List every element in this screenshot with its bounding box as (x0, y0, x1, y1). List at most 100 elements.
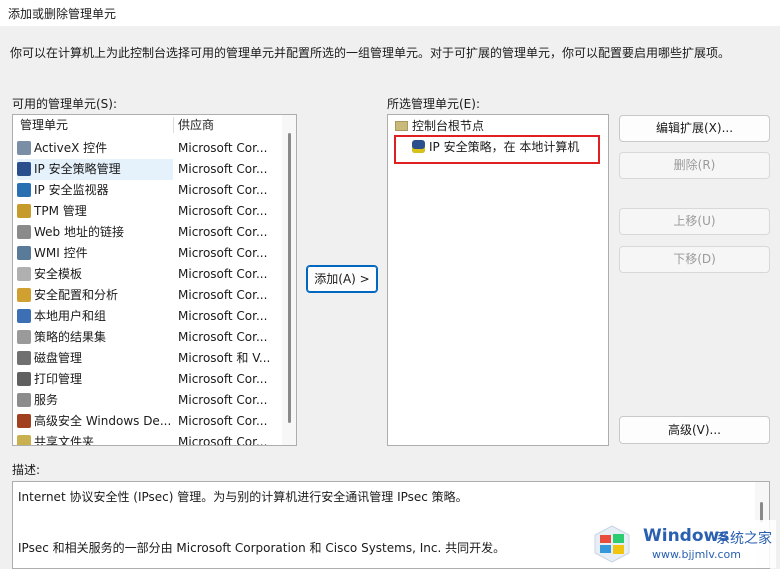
snapin-name-cell: 安全模板 (17, 264, 173, 285)
snapin-name: 本地用户和组 (34, 309, 107, 323)
firewall-icon (17, 414, 31, 428)
snapin-vendor: Microsoft Cor... (178, 183, 268, 197)
snapin-name-cell: 服务 (17, 390, 173, 411)
folder-icon (395, 121, 408, 131)
snapin-vendor: Microsoft Cor... (178, 225, 268, 239)
snapin-vendor: Microsoft Cor... (178, 372, 268, 386)
list-item[interactable]: IP 安全监视器 Microsoft Cor... (13, 180, 281, 201)
snapin-vendor: Microsoft Cor... (178, 309, 268, 323)
snapin-name: IP 安全监视器 (34, 183, 109, 197)
snapin-name-cell: ActiveX 控件 (17, 138, 173, 159)
console-root-label: 控制台根节点 (412, 119, 485, 133)
snapin-name: Web 地址的链接 (34, 225, 124, 239)
title-bar: 添加或删除管理单元 (0, 0, 780, 26)
description-line-2: IPsec 和相关服务的一部分由 Microsoft Corporation 和… (18, 541, 506, 555)
description-scrollbar-thumb[interactable] (760, 502, 763, 522)
move-down-button[interactable]: 下移(D) (619, 246, 770, 273)
snapin-vendor: Microsoft Cor... (178, 393, 268, 407)
snapin-name-cell: 高级安全 Windows De... (17, 411, 173, 432)
edit-extensions-button[interactable]: 编辑扩展(X)... (619, 115, 770, 142)
snapin-name-cell: 打印管理 (17, 369, 173, 390)
list-item[interactable]: ActiveX 控件 Microsoft Cor... (13, 138, 281, 159)
snapin-name-cell: WMI 控件 (17, 243, 173, 264)
snapin-name: 磁盘管理 (34, 351, 83, 365)
snapin-name: 安全模板 (34, 267, 83, 281)
snapin-name-cell: IP 安全策略管理 (17, 159, 173, 180)
column-header-vendor[interactable]: 供应商 (178, 115, 214, 135)
description-line-1: Internet 协议安全性 (IPsec) 管理。为与别的计算机进行安全通讯管… (18, 490, 468, 504)
snapin-name: WMI 控件 (34, 246, 88, 260)
red-highlight-box (394, 135, 600, 164)
list-item[interactable]: IP 安全策略管理 Microsoft Cor... (13, 159, 281, 180)
advanced-button[interactable]: 高级(V)... (619, 416, 770, 444)
snapin-vendor: Microsoft Cor... (178, 162, 268, 176)
snapin-name: 服务 (34, 393, 59, 407)
shared-folder-icon (17, 435, 31, 445)
watermark: Windows 系统之家 www.bjjmlv.com (588, 520, 776, 568)
snapin-name-cell: 策略的结果集 (17, 327, 173, 348)
policy-result-icon (17, 330, 31, 344)
snapin-vendor: Microsoft Cor... (178, 435, 268, 446)
list-item[interactable]: 安全模板 Microsoft Cor... (13, 264, 281, 285)
security-template-icon (17, 267, 31, 281)
available-snapins-list[interactable]: 管理单元 供应商 ActiveX 控件 Microsoft Cor... IP 安全… (12, 114, 297, 446)
snapin-name: ActiveX 控件 (34, 141, 108, 155)
printer-icon (17, 372, 31, 386)
snapin-name: 共享文件夹 (34, 435, 95, 446)
list-item[interactable]: 打印管理 Microsoft Cor... (13, 369, 281, 390)
tree-item-console-root[interactable]: 控制台根节点 (395, 117, 484, 135)
scrollbar[interactable] (282, 115, 296, 445)
add-button[interactable]: 添加(A) > (306, 265, 378, 293)
snapin-name: 策略的结果集 (34, 330, 107, 344)
snapin-name-cell: 磁盘管理 (17, 348, 173, 369)
snapin-name: 安全配置和分析 (34, 288, 119, 302)
disk-icon (17, 351, 31, 365)
list-item[interactable]: WMI 控件 Microsoft Cor... (13, 243, 281, 264)
snapin-name-cell: 共享文件夹 (17, 432, 173, 446)
snapin-name-cell: 安全配置和分析 (17, 285, 173, 306)
scrollbar-thumb[interactable] (288, 133, 291, 423)
snapin-name: TPM 管理 (34, 204, 87, 218)
wmi-icon (17, 246, 31, 260)
security-analysis-icon (17, 288, 31, 302)
list-item[interactable]: 磁盘管理 Microsoft 和 V... (13, 348, 281, 369)
list-item[interactable]: TPM 管理 Microsoft Cor... (13, 201, 281, 222)
list-item[interactable]: 本地用户和组 Microsoft Cor... (13, 306, 281, 327)
remove-button[interactable]: 删除(R) (619, 152, 770, 179)
snapin-name: 打印管理 (34, 372, 83, 386)
list-item[interactable]: 高级安全 Windows De... Microsoft Cor... (13, 411, 281, 432)
snapin-vendor: Microsoft Cor... (178, 330, 268, 344)
list-item[interactable]: 安全配置和分析 Microsoft Cor... (13, 285, 281, 306)
windows-logo-icon (594, 525, 630, 563)
users-groups-icon (17, 309, 31, 323)
watermark-url: www.bjjmlv.com (652, 548, 741, 561)
snapin-name-cell: Web 地址的链接 (17, 222, 173, 243)
snapin-name: IP 安全策略管理 (34, 162, 121, 176)
available-label: 可用的管理单元(S): (12, 97, 118, 111)
snapin-name-cell: TPM 管理 (17, 201, 173, 222)
watermark-tagline: 系统之家 (716, 531, 772, 547)
services-icon (17, 393, 31, 407)
intro-text: 你可以在计算机上为此控制台选择可用的管理单元并配置所选的一组管理单元。对于可扩展… (10, 46, 731, 60)
snapin-name: 高级安全 Windows De... (34, 414, 172, 428)
list-item[interactable]: 共享文件夹 Microsoft Cor... (13, 432, 281, 446)
tpm-icon (17, 204, 31, 218)
list-item[interactable]: 策略的结果集 Microsoft Cor... (13, 327, 281, 348)
column-header-name[interactable]: 管理单元 (20, 115, 68, 135)
move-up-button[interactable]: 上移(U) (619, 208, 770, 235)
description-label: 描述: (12, 463, 41, 477)
snapin-vendor: Microsoft Cor... (178, 141, 268, 155)
ip-security-policy-icon (17, 162, 31, 176)
snapin-vendor: Microsoft 和 V... (178, 351, 270, 365)
snapin-vendor: Microsoft Cor... (178, 246, 268, 260)
snapin-vendor: Microsoft Cor... (178, 414, 268, 428)
snapin-vendor: Microsoft Cor... (178, 204, 268, 218)
snapin-name-cell: IP 安全监视器 (17, 180, 173, 201)
list-item[interactable]: Web 地址的链接 Microsoft Cor... (13, 222, 281, 243)
selected-label: 所选管理单元(E): (387, 97, 480, 111)
snapin-vendor: Microsoft Cor... (178, 267, 268, 281)
window-title: 添加或删除管理单元 (8, 7, 117, 21)
column-separator[interactable] (173, 117, 174, 133)
ip-security-monitor-icon (17, 183, 31, 197)
list-item[interactable]: 服务 Microsoft Cor... (13, 390, 281, 411)
